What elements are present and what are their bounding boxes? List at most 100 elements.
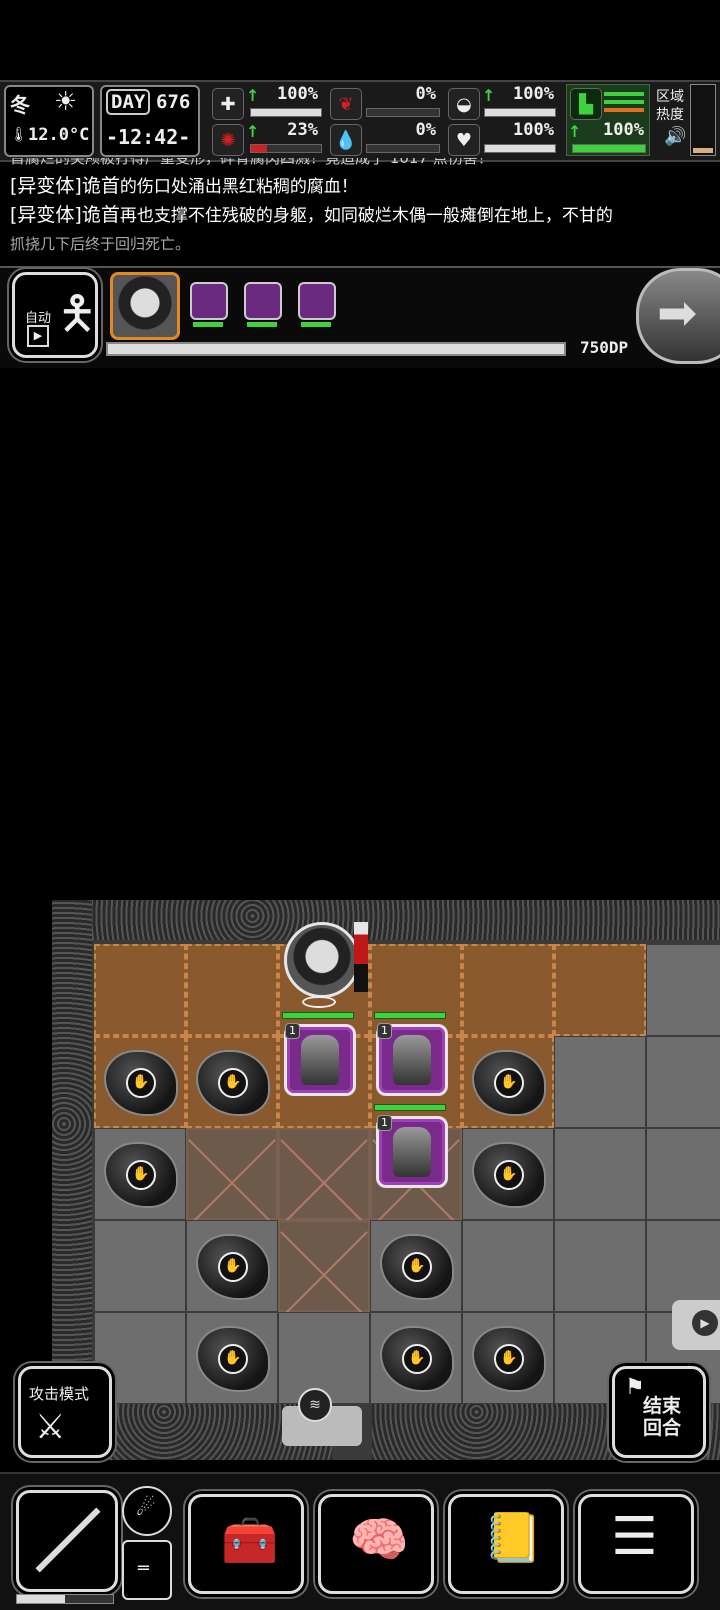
- log-entity: [异变体]诡首: [10, 204, 120, 226]
- player-token[interactable]: [284, 922, 360, 998]
- weapon-slot[interactable]: [16, 1490, 118, 1592]
- enemy-queue-icon[interactable]: [244, 282, 282, 320]
- enemy-body: [393, 1035, 431, 1085]
- map-tile[interactable]: [94, 1220, 186, 1312]
- enemy-level: 1: [377, 1023, 392, 1039]
- thirst-bar: [366, 144, 440, 153]
- map-tile[interactable]: [646, 1220, 720, 1312]
- heart-icon: ♥: [448, 124, 480, 156]
- blocked-tile[interactable]: [278, 1220, 370, 1312]
- hand-icon: ✋: [494, 1068, 524, 1098]
- hunger-value: 0%: [415, 84, 436, 104]
- status-bar: 冬 ☀ 12.0°C 🌡 DAY 676 -12:42- ✚ ↑ 100% ✺ …: [0, 80, 720, 162]
- day-value: 676: [156, 91, 191, 113]
- speaker-icon[interactable]: 🔊: [664, 126, 686, 147]
- flag-icon: ⚑: [625, 1375, 645, 1400]
- speed-bar: [572, 144, 646, 153]
- auto-label: 自动: [25, 311, 52, 326]
- hand-icon: ✋: [494, 1160, 524, 1190]
- weapon-durability-bar: [16, 1594, 114, 1604]
- list-menu-icon: ☰: [611, 1507, 658, 1567]
- log-line: 首腐烂的尖颅被打得严重变形，碎骨腐肉四溅！竟造成了 1017 点伤害！: [10, 158, 493, 167]
- player-flag: [354, 922, 368, 992]
- notebook-icon: 📒: [483, 1510, 543, 1566]
- map-tile[interactable]: [646, 1128, 720, 1220]
- map-tile[interactable]: [646, 1036, 720, 1128]
- spear-icon: [35, 1507, 101, 1573]
- zone-heat-label: 区域 热度: [656, 89, 684, 123]
- enemy-queue-icon[interactable]: [298, 282, 336, 320]
- stamina-line-2: [604, 100, 644, 104]
- stamina-line-3: [604, 108, 644, 112]
- swirl-icon: ☄: [136, 1496, 156, 1521]
- armor-value: 100%: [513, 84, 554, 104]
- map-tile[interactable]: [554, 1036, 646, 1128]
- zone-heat-fill: [693, 148, 713, 153]
- enemy-level: 1: [377, 1115, 392, 1131]
- journal-button[interactable]: 📒: [448, 1494, 564, 1594]
- hand-icon: ✋: [494, 1344, 524, 1374]
- enemy-level: 1: [285, 1023, 300, 1039]
- hand-icon: ✋: [218, 1344, 248, 1374]
- map-tile[interactable]: [646, 944, 720, 1036]
- zone-heat-meter: [690, 84, 716, 156]
- hand-icon: ✋: [218, 1068, 248, 1098]
- soldier-icon: 🯅: [57, 286, 98, 340]
- blocked-tile[interactable]: [186, 1128, 278, 1220]
- skill-slot[interactable]: ☄: [122, 1486, 172, 1536]
- attack-mode-button[interactable]: 攻击模式 ⚔: [18, 1366, 112, 1458]
- enemy-hp-bar: [374, 1012, 446, 1019]
- skills-button[interactable]: 🧠: [318, 1494, 434, 1594]
- map-tile[interactable]: [94, 944, 186, 1036]
- armor-bar: [484, 108, 556, 117]
- sun-icon: ☀: [54, 87, 78, 117]
- hand-icon: ✋: [402, 1252, 432, 1282]
- map-tile[interactable]: [462, 944, 554, 1036]
- action-point-bar: [106, 342, 566, 356]
- next-turn-arrow-button[interactable]: ➡: [636, 268, 720, 364]
- play-icon: ▶: [27, 325, 49, 347]
- player-portrait[interactable]: [110, 272, 180, 340]
- enemy-mutant[interactable]: 1: [284, 1023, 356, 1096]
- end-turn-label: 结束 回合: [643, 1395, 682, 1439]
- sanity-bar: [250, 144, 322, 153]
- log-text: 再也支撑不住残破的身躯，如同破烂木偶一般瘫倒在地上，不甘的: [119, 206, 613, 226]
- hand-icon: ✋: [218, 1252, 248, 1282]
- temperature-value: 12.0°C: [28, 125, 90, 145]
- enemy-queue-icon[interactable]: [190, 282, 228, 320]
- log-text: 的伤口处涌出黑红粘稠的腐血！: [119, 177, 358, 197]
- turn-queue: 自动 ▶ 🯅 750DP ➡: [0, 266, 720, 368]
- end-turn-button[interactable]: ⚑ 结束 回合: [612, 1366, 706, 1458]
- log-line: 抓挠几下后终于回归死亡。: [10, 235, 191, 253]
- map-tile[interactable]: [554, 1220, 646, 1312]
- weather-panel[interactable]: 冬 ☀ 12.0°C 🌡: [4, 85, 94, 157]
- menu-button[interactable]: ☰: [578, 1494, 694, 1594]
- blocked-tile[interactable]: [278, 1128, 370, 1220]
- arrow-right-icon: ➡: [657, 285, 698, 341]
- map-tile[interactable]: [186, 944, 278, 1036]
- map-tile[interactable]: [462, 1220, 554, 1312]
- enemy-queue-hp: [301, 322, 331, 327]
- dash-icon: ═: [138, 1558, 149, 1579]
- brain-icon: ✺: [212, 124, 244, 156]
- blood-drop-icon: 💧: [330, 124, 362, 156]
- inventory-button[interactable]: 🧰: [188, 1494, 304, 1594]
- log-line: [异变体]诡首再也支撑不住残破的身躯，如同破烂木偶一般瘫倒在地上，不甘的: [10, 201, 715, 230]
- quick-slot[interactable]: ═: [122, 1540, 172, 1600]
- brain-head-icon: 🧠: [349, 1512, 409, 1568]
- play-icon: ▶: [692, 1310, 718, 1336]
- enemy-hp-bar: [282, 1012, 354, 1019]
- log-line: [异变体]诡首的伤口处涌出黑红粘稠的腐血！: [10, 172, 715, 201]
- health-value: 100%: [277, 84, 318, 104]
- enemy-mutant[interactable]: 1: [376, 1115, 448, 1188]
- stairs-icon: ≋: [298, 1388, 332, 1422]
- auto-button[interactable]: 自动 ▶ 🯅: [12, 272, 98, 358]
- map-tile[interactable]: [554, 944, 646, 1036]
- clock-value: -12:42-: [106, 125, 191, 149]
- map-tile[interactable]: [554, 1128, 646, 1220]
- combat-log[interactable]: 首腐烂的尖颅被打得严重变形，碎骨腐肉四溅！竟造成了 1017 点伤害！ [异变体…: [10, 158, 715, 258]
- attack-mode-label: 攻击模式: [29, 1385, 90, 1403]
- enemy-mutant[interactable]: 1: [376, 1023, 448, 1096]
- stamina-line-1: [604, 92, 644, 96]
- hand-icon: ✋: [126, 1160, 156, 1190]
